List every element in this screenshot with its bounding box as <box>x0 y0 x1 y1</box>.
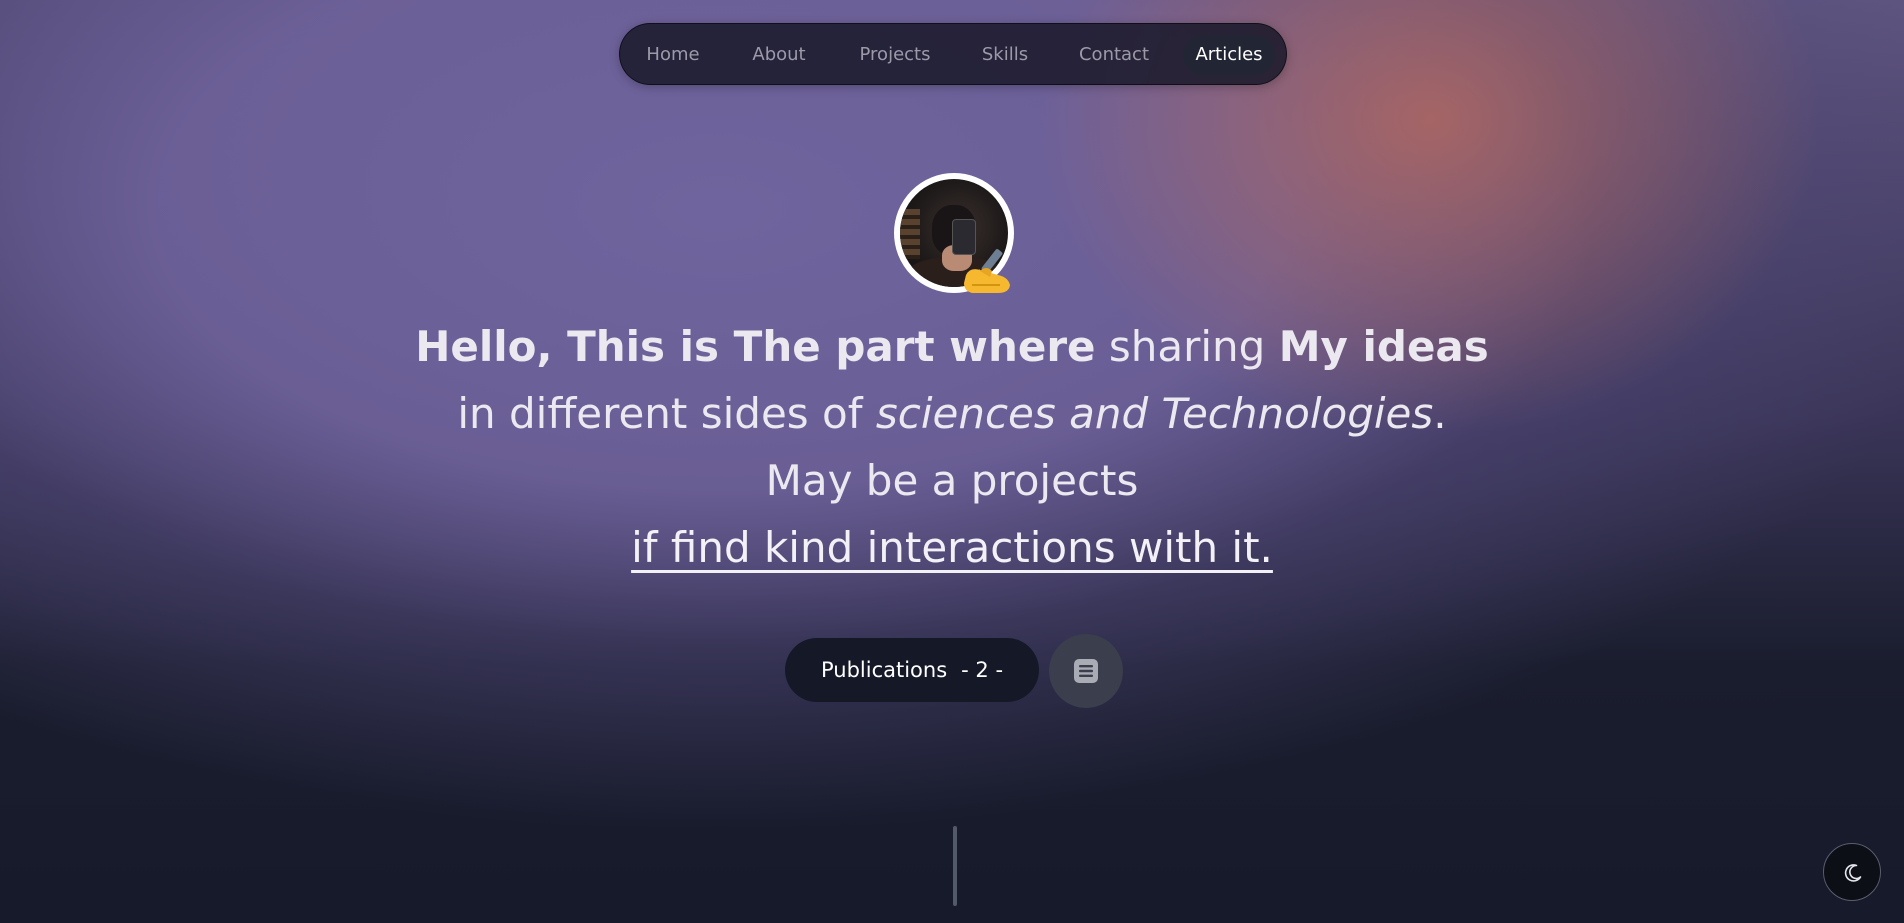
hero-italic-sciences: sciences and Technologies <box>875 389 1434 438</box>
writing-hand-emoji-icon <box>964 249 1010 293</box>
nav-item-contact[interactable]: Contact <box>1068 35 1160 75</box>
page: Home About Projects Skills Contact Artic… <box>0 0 1904 923</box>
hero-sharing-text: sharing <box>1095 322 1279 371</box>
moon-icon <box>1844 864 1862 882</box>
publications-label: Publications <box>820 658 948 682</box>
hero-line-1: Hello, This is The part where sharing My… <box>352 313 1552 380</box>
articles-list-button[interactable] <box>1049 634 1123 708</box>
nav-item-skills[interactable]: Skills <box>968 35 1042 75</box>
publications-count: - 2 - <box>961 658 1004 682</box>
hero-bold-intro: Hello, This is The part where <box>415 322 1096 371</box>
hero-line-2: in different sides of sciences and Techn… <box>352 380 1552 447</box>
hero-line-4: if find kind interactions with it. <box>352 514 1552 581</box>
nav-item-home[interactable]: Home <box>635 35 711 75</box>
publications-button[interactable]: Publications - 2 - <box>785 638 1039 702</box>
hero-headline: Hello, This is The part where sharing My… <box>352 313 1552 581</box>
avatar-background-shelf <box>900 209 920 259</box>
nav-item-about[interactable]: About <box>737 35 821 75</box>
top-navigation: Home About Projects Skills Contact Artic… <box>619 23 1287 85</box>
hero-line-3: May be a projects <box>765 456 1139 505</box>
hero-period: . <box>1433 389 1447 438</box>
hero-bold-ideas: My ideas <box>1278 322 1489 371</box>
scroll-indicator <box>953 826 957 906</box>
theme-toggle-button[interactable] <box>1823 843 1881 901</box>
nav-item-articles[interactable]: Articles <box>1183 35 1275 75</box>
theme-toggle-wrapper <box>1823 843 1904 923</box>
article-list-icon <box>1074 659 1098 683</box>
nav-item-projects[interactable]: Projects <box>847 35 943 75</box>
hero-interactions-link[interactable]: if find kind interactions with it. <box>631 523 1273 572</box>
hero-sides-text: in different sides of <box>457 389 876 438</box>
